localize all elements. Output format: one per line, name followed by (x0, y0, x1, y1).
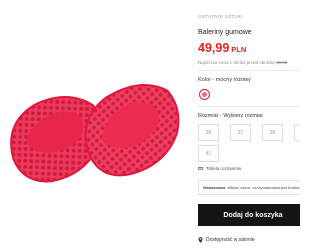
notice-bold: Wskazówka (203, 185, 226, 190)
size-option-38[interactable]: 38 (262, 124, 283, 141)
add-to-cart-button[interactable]: Dodaj do koszyka (198, 204, 300, 226)
color-value: mocny różowy (215, 77, 251, 83)
divider (198, 106, 300, 107)
size-label-text: Rozmiar (198, 113, 219, 119)
color-label-text: Kolor (198, 77, 211, 83)
product-page: OSTATNIE SZTUKI Baleriny gumowe 49,99 PLN… (0, 0, 300, 250)
fit-notice: Wskazówka Mierzć czerń, za wymiarówka je… (198, 180, 300, 195)
size-option-41[interactable]: 41 (198, 145, 219, 162)
color-separator: - (212, 77, 215, 83)
size-option-37[interactable]: 37 (230, 124, 251, 141)
last-items-badge: OSTATNIE SZTUKI (198, 14, 244, 19)
lowest-price-text: Najniższa cena z 30 dni przed obniżką (198, 60, 275, 65)
jelly-ballerina-shoes-image (10, 84, 180, 183)
color-label: Kolor - mocny różowy (198, 77, 251, 83)
price-amount: 49,99 (198, 41, 230, 55)
size-separator: - (220, 113, 222, 119)
product-info-panel: OSTATNIE SZTUKI Baleriny gumowe 49,99 PLN… (192, 0, 300, 250)
product-title: Baleriny gumowe (198, 29, 252, 36)
divider (198, 70, 300, 71)
color-swatch-pink (202, 92, 207, 97)
lowest-price-value: 49,99 (276, 60, 288, 65)
product-image (0, 0, 184, 250)
lowest-price-info: Najniższa cena z 30 dni przed obniżką 49… (198, 60, 300, 65)
store-availability-link[interactable]: Dostępność w salonie (198, 237, 255, 243)
size-chart-link[interactable]: Tabela rozmiarów (198, 166, 241, 171)
size-option-36[interactable]: 36 (198, 124, 219, 141)
location-pin-icon (198, 237, 203, 243)
color-swatch-selected[interactable] (199, 89, 210, 100)
size-chart-label: Tabela rozmiarów (206, 166, 242, 171)
product-price: 49,99 PLN (198, 41, 246, 55)
price-currency: PLN (231, 45, 247, 54)
size-prompt: Wybierz rozmiar (223, 113, 264, 119)
store-availability-label: Dostępność w salonie (206, 237, 255, 243)
size-label: Rozmiar - Wybierz rozmiar (198, 113, 263, 119)
size-option-39[interactable]: 39 (294, 124, 300, 141)
ruler-icon (198, 167, 203, 170)
notice-text: Mierzć czerń, za wymiarówka jest trudna (227, 185, 300, 190)
